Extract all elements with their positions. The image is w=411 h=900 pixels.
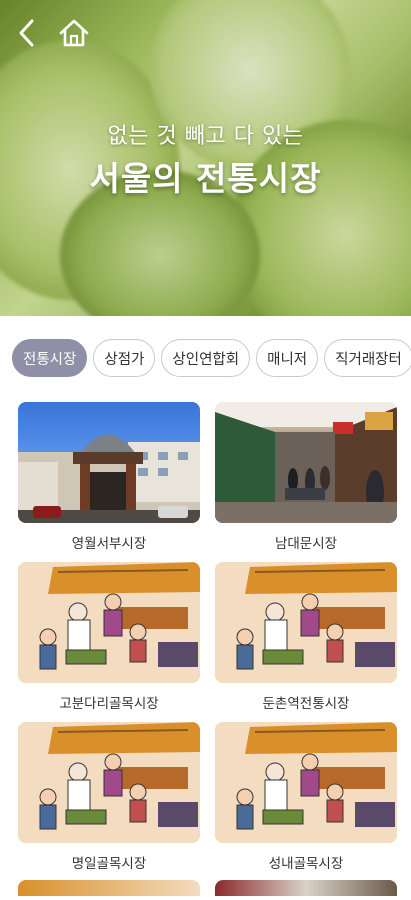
- home-icon: [59, 19, 89, 47]
- market-name: 성내골목시장: [268, 856, 344, 872]
- market-card-partial[interactable]: [215, 880, 397, 896]
- market-card[interactable]: 남대문시장: [215, 402, 397, 552]
- market-illustration: [18, 562, 200, 683]
- hero-title: 서울의 전통시장: [89, 159, 322, 198]
- market-card-partial[interactable]: [18, 880, 200, 896]
- tab-merchant-association[interactable]: 상인연합회: [161, 339, 251, 377]
- back-button[interactable]: [10, 16, 44, 50]
- hero-subtitle: 없는 것 빼고 다 있는: [107, 124, 304, 149]
- market-card[interactable]: 영월서부시장: [18, 402, 200, 552]
- market-illustration: [215, 722, 397, 843]
- tab-direct-market[interactable]: 직거래장터: [324, 339, 411, 377]
- market-card[interactable]: 명일골목시장: [18, 722, 200, 872]
- market-photo: [215, 402, 397, 523]
- market-name: 영월서부시장: [71, 536, 147, 552]
- market-illustration: [215, 562, 397, 683]
- market-name: 남대문시장: [274, 536, 338, 552]
- market-name: 둔촌역전통시장: [262, 696, 350, 712]
- tab-manager[interactable]: 매니저: [256, 339, 319, 377]
- hero-banner: 없는 것 빼고 다 있는 서울의 전통시장: [0, 0, 411, 316]
- chevron-left-icon: [19, 19, 34, 47]
- tab-shopping-street[interactable]: 상점가: [93, 339, 156, 377]
- market-name: 명일골목시장: [71, 856, 147, 872]
- market-name: 고분다리골목시장: [59, 696, 159, 712]
- market-card[interactable]: 고분다리골목시장: [18, 562, 200, 712]
- tab-traditional-market[interactable]: 전통시장: [12, 339, 88, 377]
- market-illustration: [18, 722, 200, 843]
- market-card[interactable]: 성내골목시장: [215, 722, 397, 872]
- category-tabs: 전통시장 상점가 상인연합회 매니저 직거래장터: [12, 339, 411, 379]
- market-photo: [18, 402, 200, 523]
- home-button[interactable]: [57, 16, 91, 50]
- market-card[interactable]: 둔촌역전통시장: [215, 562, 397, 712]
